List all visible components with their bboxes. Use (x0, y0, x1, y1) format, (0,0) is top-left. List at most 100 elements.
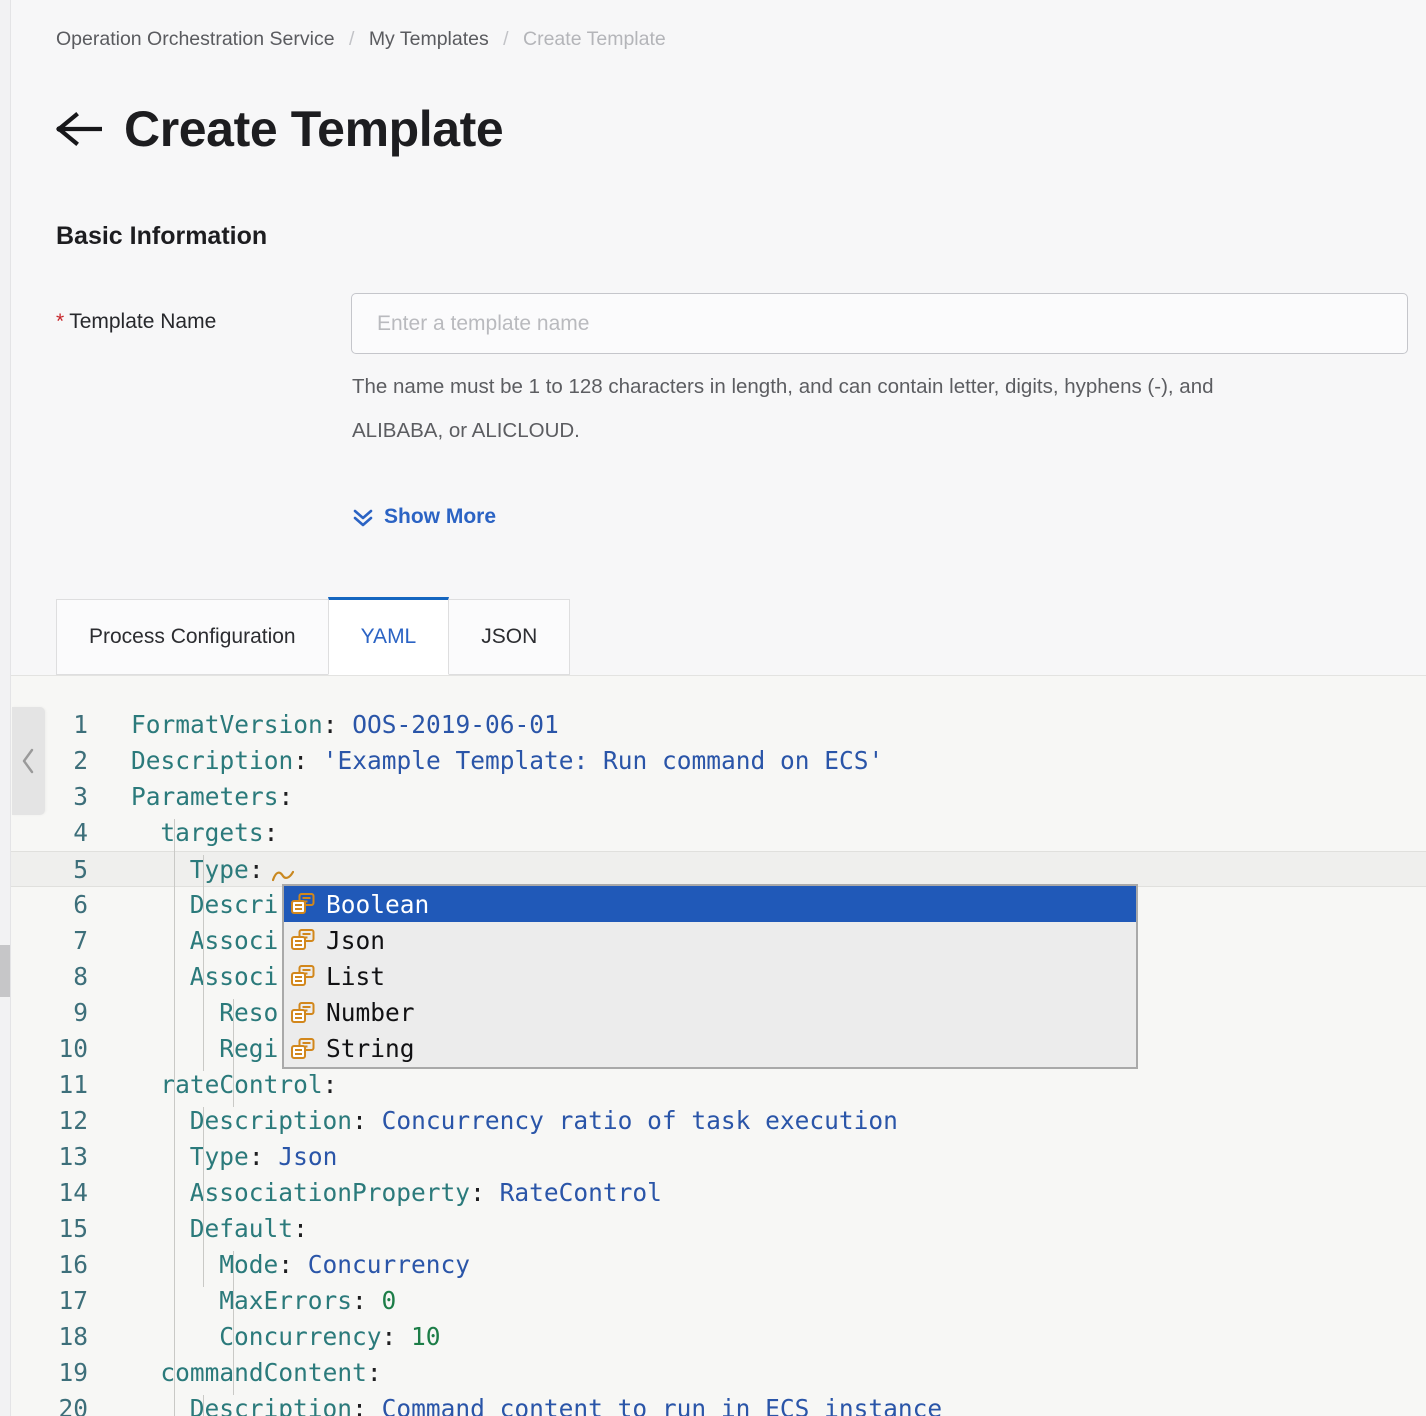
indent-guide (174, 1071, 175, 1416)
code-text: Description: 'Example Template: Run comm… (131, 746, 884, 775)
code-text: Concurrency: 10 (219, 1322, 441, 1351)
code-text: Associ: (189, 962, 293, 991)
code-line[interactable]: 1 FormatVersion: OOS-2019-06-01 (11, 707, 1426, 743)
line-number: 20 (58, 1394, 88, 1416)
autocomplete-item-label: List (326, 961, 386, 991)
code-text: FormatVersion: OOS-2019-06-01 (131, 710, 559, 739)
code-text: targets: (160, 818, 279, 847)
autocomplete-item-label: Boolean (326, 889, 430, 919)
code-text: Default: (189, 1214, 308, 1243)
double-chevron-down-icon (352, 506, 374, 528)
enum-module-icon (290, 928, 316, 952)
code-text: Description: Concurrency ratio of task e… (189, 1106, 898, 1135)
line-number: 5 (73, 855, 88, 884)
line-number: 8 (73, 962, 88, 991)
line-number: 19 (58, 1358, 88, 1387)
code-line[interactable]: 3 Parameters: (11, 779, 1426, 815)
indent-guide (203, 855, 204, 1071)
arrow-left-icon[interactable] (56, 106, 102, 152)
autocomplete-item-label: Json (326, 925, 386, 955)
autocomplete-dropdown[interactable]: Boolean Json List Number String (282, 884, 1138, 1069)
code-line[interactable]: 13 Type: Json (11, 1139, 1426, 1175)
autocomplete-item[interactable]: Number (284, 995, 1136, 1031)
enum-module-icon (290, 892, 316, 916)
indent-guide (203, 1107, 204, 1287)
tab-yaml[interactable]: YAML (327, 597, 450, 675)
enum-module-icon (290, 964, 316, 988)
code-text: Type: (189, 855, 264, 884)
code-text: Mode: Concurrency (219, 1250, 470, 1279)
code-line[interactable]: 4 targets: (11, 815, 1426, 851)
code-line[interactable]: 19 commandContent: (11, 1355, 1426, 1391)
required-marker: * (56, 310, 65, 333)
template-name-hint: The name must be 1 to 128 characters in … (352, 375, 1214, 442)
enum-module-icon (290, 1001, 316, 1025)
template-name-label: * Template Name (56, 310, 216, 334)
autocomplete-item[interactable]: List (284, 958, 1136, 994)
template-name-input[interactable] (351, 293, 1408, 354)
code-line[interactable]: 16 Mode: Concurrency (11, 1247, 1426, 1283)
line-number: 11 (58, 1070, 88, 1099)
enum-module-icon (290, 1037, 316, 1061)
code-text: Description: Command content to run in E… (189, 1394, 943, 1416)
template-name-label-text: Template Name (69, 310, 217, 333)
section-heading-basic-information: Basic Information (56, 222, 268, 250)
line-number: 12 (58, 1106, 88, 1135)
line-number: 15 (58, 1214, 88, 1243)
tab-process-configuration[interactable]: Process Configuration (56, 599, 329, 675)
code-line[interactable]: 20 Description: Command content to run in… (11, 1391, 1426, 1416)
breadcrumb-item-service[interactable]: Operation Orchestration Service (56, 28, 335, 50)
line-number: 9 (73, 998, 88, 1027)
line-number: 4 (73, 818, 88, 847)
editor-caret-squiggle-icon (272, 870, 294, 882)
code-text: AssociationProperty: RateControl (189, 1178, 662, 1207)
code-line[interactable]: 14 AssociationProperty: RateControl (11, 1175, 1426, 1211)
code-line[interactable]: 12 Description: Concurrency ratio of task… (11, 1103, 1426, 1139)
line-number: 6 (73, 890, 88, 919)
autocomplete-item[interactable]: Boolean (284, 886, 1136, 923)
autocomplete-item[interactable]: String (284, 1031, 1136, 1067)
chevron-left-icon (20, 747, 37, 775)
code-line[interactable]: 17 MaxErrors: 0 (11, 1283, 1426, 1319)
code-text: Associ: (189, 926, 293, 955)
code-text: Parameters: (131, 782, 294, 811)
show-more-label: Show More (384, 505, 497, 528)
indent-guide (174, 819, 175, 1071)
sidebar-collapse-handle[interactable] (12, 707, 45, 815)
breadcrumb: Operation Orchestration Service / My Tem… (56, 28, 666, 51)
tab-json[interactable]: JSON (448, 599, 571, 675)
show-more-button[interactable]: Show More (352, 505, 496, 529)
breadcrumb-separator: / (503, 28, 509, 50)
autocomplete-item-label: Number (326, 998, 415, 1028)
code-line[interactable]: 11 rateControl: (11, 1067, 1426, 1103)
page-header: Create Template (56, 101, 504, 157)
line-number: 18 (58, 1322, 88, 1351)
breadcrumb-item-create-template: Create Template (523, 28, 666, 50)
code-line[interactable]: 5 Type: (11, 851, 1426, 887)
line-number: 17 (58, 1286, 88, 1315)
indent-guide (203, 1395, 204, 1416)
code-line[interactable]: 18 Concurrency: 10 (11, 1319, 1426, 1355)
autocomplete-item[interactable]: Json (284, 922, 1136, 958)
code-line[interactable]: 2 Description: 'Example Template: Run com… (11, 743, 1426, 779)
code-text: rateControl: (160, 1070, 338, 1099)
line-number: 10 (58, 1034, 88, 1063)
code-text: MaxErrors: 0 (219, 1286, 397, 1315)
page-title: Create Template (124, 101, 504, 157)
line-number: 13 (58, 1142, 88, 1171)
code-text: Type: Json (189, 1142, 338, 1171)
code-text: Descri: (189, 890, 293, 919)
line-number: 16 (58, 1250, 88, 1279)
code-text: commandContent: (160, 1358, 382, 1387)
indent-guide (233, 1251, 234, 1395)
editor-tabs: Process Configuration YAML JSON (56, 597, 571, 675)
indent-guide (233, 999, 234, 1107)
breadcrumb-separator: / (348, 28, 355, 50)
line-number: 7 (73, 926, 88, 955)
page-scrollbar[interactable] (0, 0, 10, 1416)
page-scrollbar-thumb[interactable] (0, 945, 10, 997)
code-line[interactable]: 15 Default: (11, 1211, 1426, 1247)
breadcrumb-item-my-templates[interactable]: My Templates (369, 28, 489, 50)
line-number: 14 (58, 1178, 88, 1207)
autocomplete-item-label: String (326, 1034, 415, 1064)
